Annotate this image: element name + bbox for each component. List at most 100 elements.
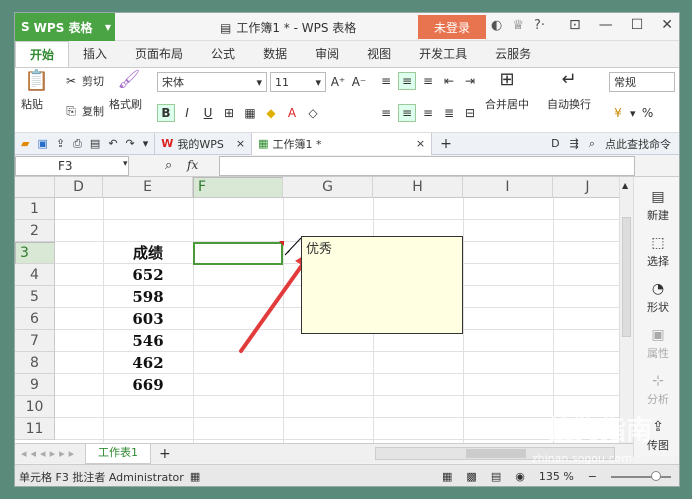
name-box[interactable]: F3 <box>15 156 129 176</box>
shrink-font-icon[interactable]: A⁻ <box>350 73 368 91</box>
formula-bar: F3 ▾ ⌕ fx <box>15 155 679 177</box>
menu-tab-1[interactable]: 插入 <box>69 41 121 67</box>
border-icon[interactable]: ⊞ <box>220 104 238 122</box>
copy-button[interactable]: ⎘ 复制 <box>63 103 104 119</box>
chevron-down-icon: ▾ <box>630 106 636 120</box>
paste-button[interactable]: 📋 粘贴 <box>21 70 49 112</box>
formula-input[interactable] <box>219 156 635 176</box>
app-menu-button[interactable]: S WPS 表格 ▼ <box>15 13 115 41</box>
restore-icon[interactable]: ⊡ <box>569 17 581 33</box>
sidepanel-select[interactable]: ⬚ 选择 <box>634 235 679 269</box>
distribute-icon[interactable]: ⊟ <box>461 104 479 122</box>
underline-button[interactable]: U <box>199 104 217 122</box>
zoom-icon[interactable]: ⌕ <box>165 158 172 173</box>
indent-left-icon[interactable]: ⇤ <box>440 72 458 90</box>
normal-view-icon[interactable]: ▦ <box>442 470 452 483</box>
align-right-icon[interactable]: ≡ <box>419 104 437 122</box>
menu-tab-6[interactable]: 视图 <box>353 41 405 67</box>
chevron-down-icon[interactable]: ▾ <box>123 159 128 169</box>
chevron-down-icon: ▼ <box>104 22 111 32</box>
wrap-text-button[interactable]: ↵ 自动换行 <box>547 71 591 112</box>
bold-button[interactable]: B <box>157 104 175 122</box>
font-size-select[interactable]: 11 ▾ <box>270 72 326 92</box>
sheet-tab-1[interactable]: 工作表1 <box>85 443 151 464</box>
menu-tab-5[interactable]: 审阅 <box>301 41 353 67</box>
chevron-down-icon[interactable]: ▾ <box>143 137 149 150</box>
spreadsheet-grid[interactable]: D E F G H I J 1 2 3 4 5 6 7 8 9 10 11 成绩 652 598 603… <box>15 177 633 443</box>
font-color-icon[interactable]: A <box>283 104 301 122</box>
login-button[interactable]: 未登录 <box>418 15 486 39</box>
merge-center-button[interactable]: ⊞ 合并居中 <box>485 71 529 112</box>
justify-icon[interactable]: ≣ <box>440 104 458 122</box>
redo-icon[interactable]: ↷ <box>126 137 135 150</box>
share-icon[interactable]: ⇶ <box>570 137 579 150</box>
highlight-icon[interactable]: ◆ <box>262 104 280 122</box>
align-bottom-icon[interactable]: ≡ <box>419 72 437 90</box>
align-top-icon[interactable]: ≡ <box>377 72 395 90</box>
tab-workbook[interactable]: ▦ 工作簿1 * × <box>252 132 433 155</box>
export-icon[interactable]: ⇪ <box>56 137 65 150</box>
currency-icon[interactable]: ¥ <box>609 104 627 122</box>
search-icon[interactable]: ⌕ <box>589 137 595 151</box>
minimize-button[interactable]: — <box>599 17 613 33</box>
number-format-select[interactable]: 常规 <box>609 72 675 92</box>
menu-tab-8[interactable]: 云服务 <box>481 41 545 67</box>
undo-icon[interactable]: ↶ <box>108 137 117 150</box>
menu-tab-2[interactable]: 页面布局 <box>121 41 197 67</box>
vertical-scrollbar[interactable]: ▲ <box>619 177 633 443</box>
help-icon[interactable]: ?· <box>534 18 545 33</box>
chevron-down-icon: ▾ <box>315 75 321 89</box>
command-search[interactable]: 点此查找命令 <box>605 136 671 152</box>
folder-icon[interactable]: ▰ <box>21 137 29 150</box>
menu-tab-7[interactable]: 开发工具 <box>405 41 481 67</box>
align-left-icon[interactable]: ≡ <box>377 104 395 122</box>
new-tab-icon[interactable]: + <box>440 136 452 152</box>
align-center-icon[interactable]: ≡ <box>398 104 416 122</box>
indent-right-icon[interactable]: ⇥ <box>461 72 479 90</box>
print-icon[interactable]: ⎙ <box>73 137 82 151</box>
menu-tab-0[interactable]: 开始 <box>15 41 70 67</box>
clear-format-icon[interactable]: ◇ <box>304 104 322 122</box>
cut-button[interactable]: ✂ 剪切 <box>63 73 104 89</box>
fx-icon[interactable]: fx <box>187 158 198 172</box>
sidepanel-new[interactable]: ▤ 新建 <box>634 189 679 223</box>
d-icon[interactable]: D <box>551 137 559 150</box>
sidepanel-analysis[interactable]: ⊹ 分析 <box>634 373 679 407</box>
percent-button[interactable]: % <box>639 104 657 122</box>
shirt-icon[interactable]: ♕ <box>512 18 524 33</box>
font-name-select[interactable]: 宋体 ▾ <box>157 72 267 92</box>
format-painter-button[interactable]: 🖌 格式刷 <box>109 71 142 112</box>
comment-box[interactable]: 优秀 <box>301 236 463 334</box>
h-scroll-thumb[interactable] <box>466 449 526 458</box>
save-icon[interactable]: ▣ <box>37 137 47 150</box>
scroll-thumb[interactable] <box>622 217 631 337</box>
zoom-slider[interactable] <box>611 470 671 481</box>
page-view-icon[interactable]: ▩ <box>466 470 476 483</box>
italic-button[interactable]: I <box>178 104 196 122</box>
align-middle-icon[interactable]: ≡ <box>398 72 416 90</box>
title-bar: S WPS 表格 ▼ ▤ 工作簿1 * - WPS 表格 未登录 ◐ ♕ ?· … <box>15 13 679 41</box>
add-sheet-icon[interactable]: + <box>159 446 171 462</box>
fill-color-icon[interactable]: ▦ <box>241 104 259 122</box>
analysis-icon: ⊹ <box>652 373 664 389</box>
grow-font-icon[interactable]: A⁺ <box>329 73 347 91</box>
page-break-icon[interactable]: ▤ <box>491 470 501 483</box>
close-icon[interactable]: × <box>416 137 425 150</box>
close-icon[interactable]: × <box>236 137 245 150</box>
cell-info: 单元格 F3 批注者 Administrator <box>19 470 184 484</box>
close-button[interactable]: ✕ <box>661 17 673 33</box>
calendar-icon[interactable]: ▦ <box>190 470 200 483</box>
eye-icon[interactable]: ◉ <box>515 470 525 483</box>
preview-icon[interactable]: ▤ <box>90 137 100 150</box>
sheet-nav-icons[interactable]: ◂◂◂▸▸▸ <box>21 447 78 460</box>
maximize-button[interactable]: ☐ <box>631 17 644 33</box>
tab-mywps[interactable]: W 我的WPS × <box>155 132 253 155</box>
zoom-out-icon[interactable]: − <box>588 470 597 483</box>
menu-tab-3[interactable]: 公式 <box>197 41 249 67</box>
skin-icon[interactable]: ◐ <box>491 18 502 33</box>
sidepanel-properties[interactable]: ▣ 属性 <box>634 327 679 361</box>
menu-tab-4[interactable]: 数据 <box>249 41 301 67</box>
zoom-slider-thumb[interactable] <box>651 470 661 481</box>
scroll-up-icon[interactable]: ▲ <box>622 181 628 190</box>
sidepanel-shape[interactable]: ◔ 形状 <box>634 281 679 315</box>
